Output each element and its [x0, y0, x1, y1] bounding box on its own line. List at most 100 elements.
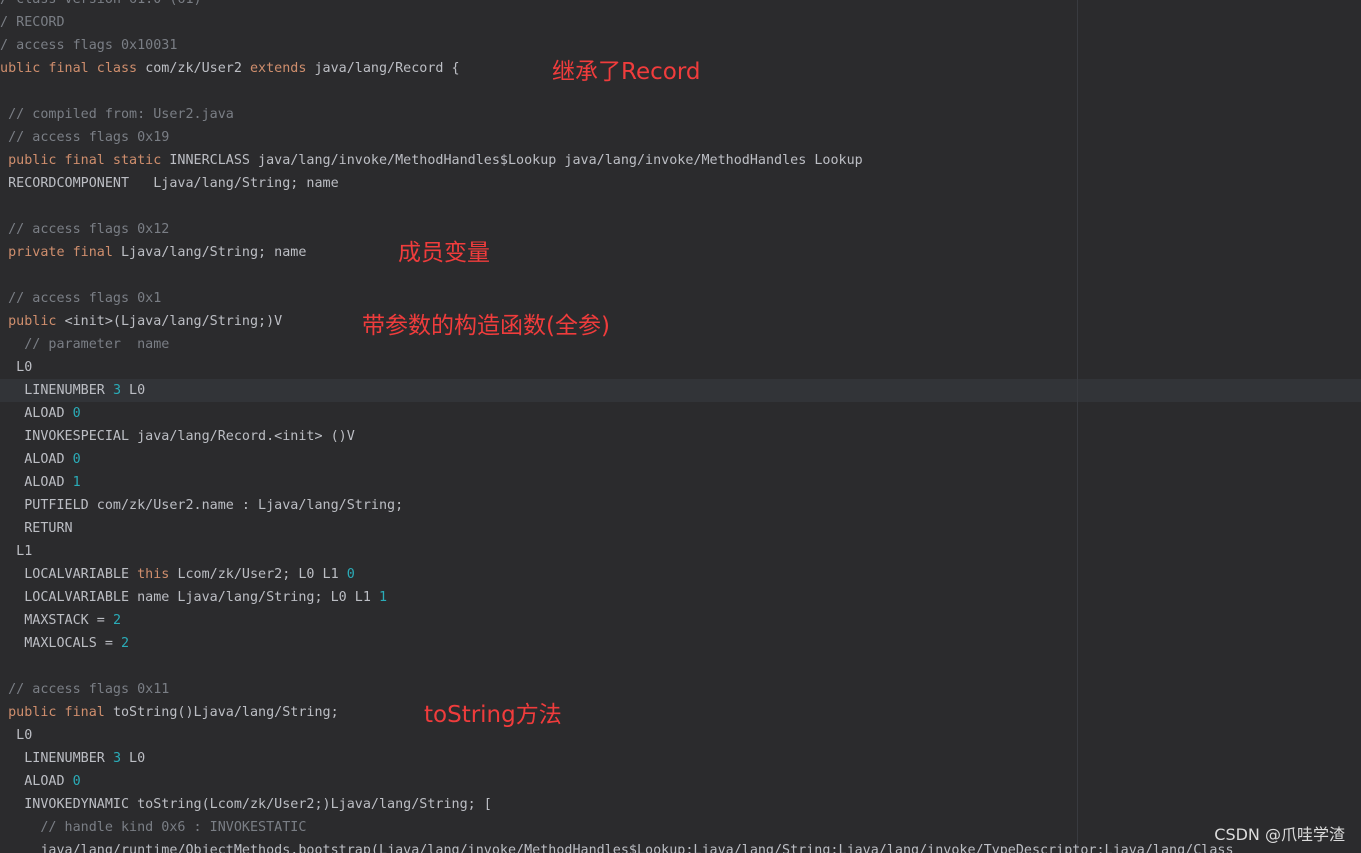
code-line[interactable]: public final class com/zk/User2 extends …	[0, 57, 460, 80]
code-line[interactable]: java/lang/runtime/ObjectMethods.bootstra…	[0, 839, 1233, 853]
code-line[interactable]: public final toString()Ljava/lang/String…	[0, 701, 339, 724]
code-editor[interactable]: // class version 61.0 (61) // RECORD // ac…	[0, 0, 1361, 853]
code-token: PUTFIELD com/zk/User2.name : Ljava/lang/…	[0, 498, 404, 513]
code-token: // handle kind 0x6 : INVOKESTATIC	[40, 820, 307, 835]
code-token: MAXLOCALS =	[0, 636, 121, 651]
code-token: 0	[72, 406, 81, 421]
code-line[interactable]: // handle kind 0x6 : INVOKESTATIC	[0, 816, 306, 839]
code-token: public final	[8, 705, 113, 720]
code-line[interactable]: // access flags 0x1	[0, 287, 161, 310]
code-token: INVOKESPECIAL java/lang/Record.<init> ()…	[0, 429, 355, 444]
code-token: // access flags 0x12	[8, 222, 170, 237]
code-token: // parameter name	[24, 337, 170, 352]
code-token: 2	[112, 613, 121, 628]
code-line[interactable]: // compiled from: User2.java	[0, 103, 234, 126]
code-token: ALOAD	[0, 774, 73, 789]
code-token: Ljava/lang/String; name	[121, 245, 307, 260]
code-line[interactable]: MAXSTACK = 2	[0, 609, 121, 632]
code-token: LOCALVARIABLE name Ljava/lang/String; L0…	[0, 590, 379, 605]
code-line[interactable]: // access flags 0x19	[0, 126, 169, 149]
code-line[interactable]: // access flags 0x12	[0, 218, 169, 241]
code-line[interactable]: LOCALVARIABLE this Lcom/zk/User2; L0 L1 …	[0, 563, 355, 586]
annotation-extends-record: 继承了Record	[552, 59, 701, 85]
code-token: extends	[250, 61, 315, 76]
code-token: // compiled from: User2.java	[8, 107, 234, 122]
code-token: this	[137, 567, 178, 582]
code-token: MAXSTACK =	[0, 613, 113, 628]
code-token: ALOAD	[0, 406, 73, 421]
code-line[interactable]: RECORDCOMPONENT Ljava/lang/String; name	[0, 172, 339, 195]
code-line[interactable]: // class version 61.0 (61)	[0, 0, 202, 11]
code-line[interactable]: public <init>(Ljava/lang/String;)V	[0, 310, 282, 333]
code-line[interactable]: LOCALVARIABLE name Ljava/lang/String; L0…	[0, 586, 387, 609]
code-line[interactable]: LINENUMBER 3 L0	[0, 747, 145, 770]
code-token: ALOAD	[0, 475, 73, 490]
code-token: toString()Ljava/lang/String;	[112, 705, 339, 720]
code-token: L1	[16, 544, 33, 559]
code-line[interactable]: ALOAD 1	[0, 471, 80, 494]
code-line[interactable]: // access flags 0x11	[0, 678, 169, 701]
code-token: ALOAD	[0, 452, 73, 467]
code-token: private final	[8, 245, 121, 260]
code-token: // access flags 0x10031	[0, 38, 178, 53]
right-margin-guide	[1077, 0, 1078, 853]
code-line[interactable]: ALOAD 0	[0, 770, 81, 793]
code-token: L0	[16, 728, 33, 743]
code-token: LOCALVARIABLE	[0, 567, 138, 582]
code-line[interactable]: MAXLOCALS = 2	[0, 632, 129, 655]
code-line[interactable]: private final Ljava/lang/String; name	[0, 241, 306, 264]
code-token: 2	[121, 636, 130, 651]
code-token: L0	[121, 751, 146, 766]
code-token: 3	[112, 751, 121, 766]
code-token: java/lang/Record {	[314, 61, 460, 76]
code-token: // access flags 0x11	[8, 682, 170, 697]
code-token: // access flags 0x19	[8, 130, 170, 145]
code-token: L0	[16, 360, 33, 375]
code-line[interactable]: RETURN	[0, 517, 73, 540]
code-line[interactable]: L1	[0, 540, 32, 563]
code-line[interactable]: PUTFIELD com/zk/User2.name : Ljava/lang/…	[0, 494, 403, 517]
code-token: public final class	[0, 61, 146, 76]
caret-line-highlight	[0, 379, 1361, 402]
code-token: 0	[72, 774, 81, 789]
code-line[interactable]: L0	[0, 724, 32, 747]
code-token: public final static	[8, 153, 170, 168]
code-token: RETURN	[0, 521, 73, 536]
code-line[interactable]: INVOKESPECIAL java/lang/Record.<init> ()…	[0, 425, 355, 448]
watermark: CSDN @爪哇学渣	[1214, 825, 1345, 844]
code-token: 0	[346, 567, 355, 582]
annotation-constructor: 带参数的构造函数(全参)	[362, 313, 610, 339]
code-line[interactable]: ALOAD 0	[0, 448, 81, 471]
code-token: 0	[72, 452, 81, 467]
code-line[interactable]: public final static INNERCLASS java/lang…	[0, 149, 863, 172]
code-line[interactable]: // access flags 0x10031	[0, 34, 177, 57]
code-token: <init>(Ljava/lang/String;)V	[64, 314, 283, 329]
code-token: com/zk/User2	[145, 61, 250, 76]
code-token: // class version 61.0 (61)	[0, 0, 202, 7]
code-line[interactable]: // parameter name	[0, 333, 169, 356]
code-token: public	[8, 314, 65, 329]
code-line[interactable]: // RECORD	[0, 11, 65, 34]
code-token: INNERCLASS java/lang/invoke/MethodHandle…	[169, 153, 863, 168]
code-token: // access flags 0x1	[8, 291, 162, 306]
code-token: 3	[112, 383, 121, 398]
code-token: 1	[378, 590, 388, 605]
code-line[interactable]: ALOAD 0	[0, 402, 81, 425]
code-line[interactable]: L0	[0, 356, 32, 379]
code-line[interactable]: LINENUMBER 3 L0	[0, 379, 145, 402]
code-token: LINENUMBER	[0, 751, 113, 766]
annotation-member-variable: 成员变量	[398, 240, 490, 266]
code-token: Lcom/zk/User2; L0 L1	[177, 567, 347, 582]
code-token: // RECORD	[0, 15, 65, 30]
code-token: INVOKEDYNAMIC toString(Lcom/zk/User2;)Lj…	[0, 797, 492, 812]
code-line[interactable]: INVOKEDYNAMIC toString(Lcom/zk/User2;)Lj…	[0, 793, 492, 816]
